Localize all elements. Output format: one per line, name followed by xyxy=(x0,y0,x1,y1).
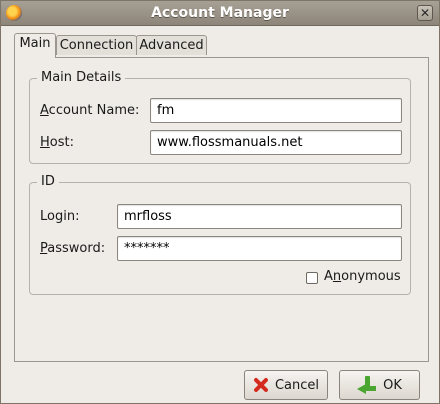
cancel-button-label: Cancel xyxy=(274,377,320,393)
anonymous-mnemonic: n xyxy=(332,269,342,284)
login-label: Login: xyxy=(40,209,80,224)
id-legend: ID xyxy=(37,174,59,189)
password-label-text: assword: xyxy=(47,241,106,256)
tab-main[interactable]: Main xyxy=(14,33,56,58)
account-name-input[interactable]: fm xyxy=(150,98,402,123)
login-input[interactable]: mrfloss xyxy=(117,204,402,229)
host-input[interactable]: www.flossmanuals.net xyxy=(150,130,402,155)
ok-button-label: OK xyxy=(383,377,402,393)
password-label: Password: xyxy=(40,241,105,256)
close-window-button[interactable]: ✕ xyxy=(417,5,433,21)
anonymous-label[interactable]: Anonymous xyxy=(324,269,401,284)
main-details-group: Main Details Account Name: fm Host: www.… xyxy=(29,70,411,164)
cancel-button[interactable]: Cancel xyxy=(244,370,328,400)
tab-advanced[interactable]: Advanced xyxy=(136,35,207,55)
account-name-mnemonic: A xyxy=(40,103,49,118)
account-name-label: Account Name: xyxy=(40,103,139,118)
ok-button[interactable]: OK xyxy=(339,370,420,400)
anonymous-label-start: A xyxy=(324,269,333,284)
main-details-legend: Main Details xyxy=(37,70,126,85)
title-bar[interactable]: Account Manager ✕ xyxy=(1,1,439,26)
host-label-text: ost: xyxy=(49,135,74,150)
window-title: Account Manager xyxy=(151,5,289,21)
ok-arrow-icon xyxy=(357,376,377,394)
host-mnemonic: H xyxy=(40,135,50,150)
account-manager-window: Account Manager ✕ Main Connection Advanc… xyxy=(0,0,440,404)
tab-panel-main: Main Details Account Name: fm Host: www.… xyxy=(14,57,429,362)
anonymous-checkbox[interactable] xyxy=(306,272,318,284)
host-label: Host: xyxy=(40,135,74,150)
account-name-label-text: ccount Name: xyxy=(48,103,140,118)
anonymous-label-text: onymous xyxy=(341,269,401,284)
cancel-icon xyxy=(253,377,269,393)
tab-connection[interactable]: Connection xyxy=(56,35,137,55)
password-input[interactable]: ******* xyxy=(117,236,402,261)
id-group: ID Login: mrfloss Password: ******* Anon… xyxy=(29,174,411,295)
